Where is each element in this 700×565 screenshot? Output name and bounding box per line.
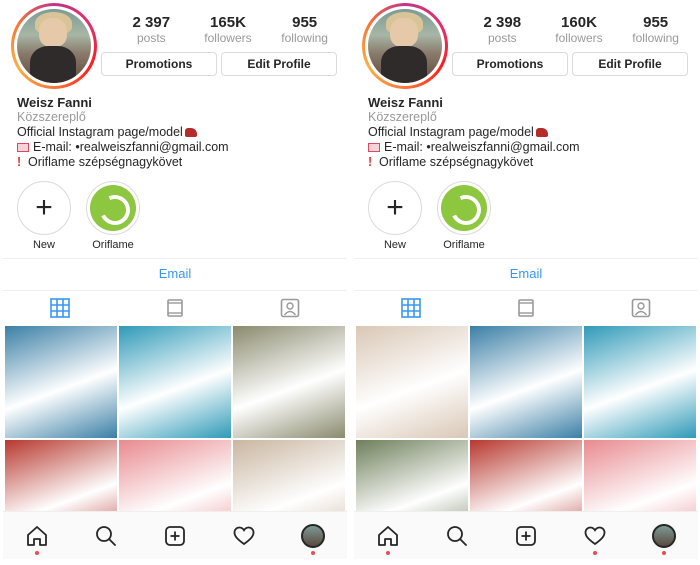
profile-bio: Weisz Fanni Közszereplő Official Instagr… <box>368 95 693 170</box>
highlight-new[interactable]: + New <box>17 181 71 251</box>
following-count: 955 <box>643 14 669 31</box>
tagged-icon[interactable] <box>626 296 656 320</box>
followers-label: followers <box>555 31 603 45</box>
exclamation-icon: ! <box>17 155 22 169</box>
photo-tile[interactable] <box>119 326 231 438</box>
profile-stats: 2 397 posts 165K followers 955 following <box>113 14 343 45</box>
search-icon[interactable] <box>89 519 123 553</box>
highlight-new-label: New <box>383 239 406 251</box>
stat-followers[interactable]: 165K followers <box>190 14 266 45</box>
bio-line-1: Official Instagram page/model <box>17 125 183 139</box>
profile-panel-left: 2 397 posts 165K followers 955 following… <box>3 0 347 565</box>
photo-tile[interactable] <box>584 326 696 438</box>
highlight-oriflame[interactable]: Oriflame <box>86 181 140 251</box>
home-icon[interactable] <box>20 519 54 555</box>
divider <box>3 290 347 291</box>
high-heel-icon <box>184 128 197 137</box>
divider <box>3 258 347 259</box>
profile-panel-right: 2 398 posts 160K followers 955 following… <box>354 0 698 565</box>
add-icon[interactable] <box>509 519 543 553</box>
bio-line-3: Oriflame szépségnagykövet <box>379 155 534 169</box>
followers-count: 160K <box>561 14 597 31</box>
posts-count: 2 398 <box>483 14 522 31</box>
search-icon[interactable] <box>440 519 474 553</box>
profile-name: Weisz Fanni <box>368 95 443 110</box>
plus-icon[interactable]: + <box>368 181 422 235</box>
stat-posts[interactable]: 2 397 posts <box>113 14 189 45</box>
notification-dot <box>386 550 391 555</box>
promotions-button[interactable]: Promotions <box>452 52 568 76</box>
promotions-button[interactable]: Promotions <box>101 52 217 76</box>
highlight-oriflame[interactable]: Oriflame <box>437 181 491 251</box>
profile-avatar[interactable] <box>11 3 97 89</box>
exclamation-icon: ! <box>368 155 373 169</box>
email-button[interactable]: Email <box>354 262 698 286</box>
feed-icon[interactable] <box>511 296 541 320</box>
posts-count: 2 397 <box>132 14 171 31</box>
home-icon[interactable] <box>371 519 405 555</box>
divider <box>354 258 698 259</box>
heart-icon[interactable] <box>227 519 261 553</box>
profile-category: Közszereplő <box>17 110 86 124</box>
edit-profile-button[interactable]: Edit Profile <box>221 52 337 76</box>
bio-line-2: E-mail: •realweiszfanni@gmail.com <box>384 140 580 154</box>
profile-stats: 2 398 posts 160K followers 955 following <box>464 14 694 45</box>
grid-icon[interactable] <box>396 296 426 320</box>
highlight-new-label: New <box>32 239 55 251</box>
envelope-icon <box>368 143 380 152</box>
stat-posts[interactable]: 2 398 posts <box>464 14 540 45</box>
photo-tile[interactable] <box>356 326 468 438</box>
posts-label: posts <box>487 31 517 45</box>
bottom-nav <box>3 511 347 559</box>
profile-name: Weisz Fanni <box>17 95 92 110</box>
following-count: 955 <box>292 14 318 31</box>
highlight-oriflame-label: Oriflame <box>443 239 485 251</box>
heart-icon[interactable] <box>578 519 612 555</box>
add-icon[interactable] <box>158 519 192 553</box>
bio-line-3: Oriflame szépségnagykövet <box>28 155 183 169</box>
feed-icon[interactable] <box>160 296 190 320</box>
story-highlights: + New Oriflame <box>368 181 491 251</box>
notification-dot <box>592 550 597 555</box>
stat-following[interactable]: 955 following <box>618 14 694 45</box>
high-heel-icon <box>535 128 548 137</box>
bio-line-2: E-mail: •realweiszfanni@gmail.com <box>33 140 229 154</box>
oriflame-logo-icon[interactable] <box>437 181 491 235</box>
highlight-oriflame-label: Oriflame <box>92 239 134 251</box>
profile-tabs <box>3 294 347 322</box>
profile-tabs <box>354 294 698 322</box>
photo-tile[interactable] <box>470 326 582 438</box>
photo-tile[interactable] <box>233 326 345 438</box>
profile-category: Közszereplő <box>368 110 437 124</box>
following-label: following <box>281 31 328 45</box>
tagged-icon[interactable] <box>275 296 305 320</box>
followers-label: followers <box>204 31 252 45</box>
profile-avatar[interactable] <box>647 519 681 555</box>
highlight-new[interactable]: + New <box>368 181 422 251</box>
grid-icon[interactable] <box>45 296 75 320</box>
edit-profile-button[interactable]: Edit Profile <box>572 52 688 76</box>
stat-following[interactable]: 955 following <box>267 14 343 45</box>
profile-avatar[interactable] <box>296 519 330 555</box>
notification-dot <box>661 550 666 555</box>
profile-bio: Weisz Fanni Közszereplő Official Instagr… <box>17 95 342 170</box>
envelope-icon <box>17 143 29 152</box>
bio-line-1: Official Instagram page/model <box>368 125 534 139</box>
email-button[interactable]: Email <box>3 262 347 286</box>
stat-followers[interactable]: 160K followers <box>541 14 617 45</box>
story-highlights: + New Oriflame <box>17 181 140 251</box>
profile-avatar[interactable] <box>362 3 448 89</box>
bottom-nav <box>354 511 698 559</box>
plus-icon[interactable]: + <box>17 181 71 235</box>
divider <box>354 290 698 291</box>
following-label: following <box>632 31 679 45</box>
oriflame-logo-icon[interactable] <box>86 181 140 235</box>
notification-dot <box>35 550 40 555</box>
notification-dot <box>310 550 315 555</box>
posts-label: posts <box>136 31 166 45</box>
followers-count: 165K <box>210 14 246 31</box>
photo-tile[interactable] <box>5 326 117 438</box>
